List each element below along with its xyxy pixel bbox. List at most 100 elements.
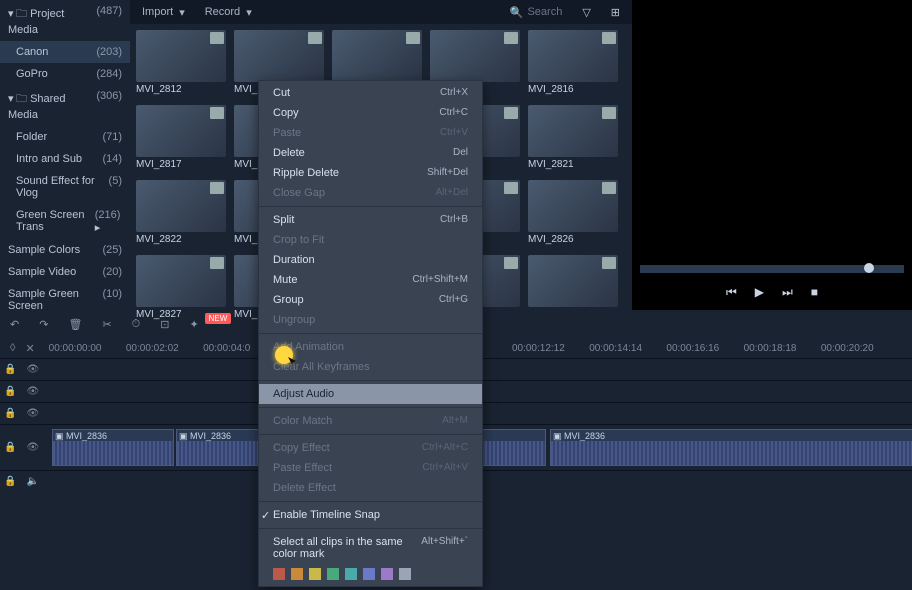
menu-item-ripple-delete[interactable]: Ripple DeleteShift+Del bbox=[259, 163, 482, 183]
sidebar-item-gopro[interactable]: GoPro(284) bbox=[0, 63, 130, 85]
menu-item-select-all-clips-in-the-same-color-mark[interactable]: Select all clips in the same color markA… bbox=[259, 532, 482, 564]
thumb-label: MVI_2822 bbox=[136, 232, 226, 247]
search-field[interactable]: 🔍Search bbox=[510, 6, 563, 19]
ruler-tick: 00:00:00:00 bbox=[49, 343, 126, 354]
color-swatch[interactable] bbox=[273, 568, 285, 580]
clip-thumb: ▣ bbox=[179, 431, 188, 441]
search-icon: 🔍 bbox=[510, 6, 524, 19]
media-thumbnail[interactable]: MVI_2817 bbox=[136, 105, 226, 172]
sidebar-item-sample-video[interactable]: Sample Video(20) bbox=[0, 261, 130, 283]
preview-scrubber[interactable] bbox=[640, 265, 904, 273]
redo-icon[interactable]: ↷ bbox=[39, 318, 48, 331]
add-badge-icon[interactable] bbox=[504, 32, 518, 44]
media-thumbnail[interactable]: MVI_2826 bbox=[528, 180, 618, 247]
add-badge-icon[interactable] bbox=[504, 182, 518, 194]
menu-item-mute[interactable]: MuteCtrl+Shift+M bbox=[259, 270, 482, 290]
media-thumbnail[interactable]: MVI_2821 bbox=[528, 105, 618, 172]
sidebar-item-project-media[interactable]: ▾🗀 Project Media(487) bbox=[0, 0, 130, 41]
media-thumbnail[interactable]: MVI_2816 bbox=[528, 30, 618, 97]
color-swatch[interactable] bbox=[345, 568, 357, 580]
eye-icon[interactable]: 👁 bbox=[26, 386, 39, 397]
undo-icon[interactable]: ↶ bbox=[10, 318, 19, 331]
sidebar-item-shared-media[interactable]: ▾🗀 Shared Media(306) bbox=[0, 85, 130, 126]
sidebar-item-sample-colors[interactable]: Sample Colors(25) bbox=[0, 239, 130, 261]
menu-item-adjust-audio[interactable]: Adjust Audio bbox=[259, 384, 482, 404]
timeline-clip[interactable]: ▣ MVI_2836 bbox=[550, 429, 912, 466]
delete-icon[interactable]: 🗑 bbox=[68, 318, 82, 331]
color-swatch[interactable] bbox=[327, 568, 339, 580]
add-badge-icon[interactable] bbox=[210, 32, 224, 44]
timeline-clip[interactable]: ▣ MVI_2836 bbox=[52, 429, 174, 466]
lock-icon[interactable]: 🔒 bbox=[4, 476, 16, 487]
menu-item-close-gap: Close GapAlt+Del bbox=[259, 183, 482, 203]
media-thumbnail[interactable]: MVI_2812 bbox=[136, 30, 226, 97]
add-badge-icon[interactable] bbox=[504, 107, 518, 119]
split-icon[interactable]: ✂ bbox=[102, 318, 111, 331]
filter-icon[interactable]: ▽ bbox=[582, 6, 590, 19]
add-badge-icon[interactable] bbox=[308, 32, 322, 44]
media-thumbnail[interactable]: MVI_2822 bbox=[136, 180, 226, 247]
menu-item-enable-timeline-snap[interactable]: ✓ Enable Timeline Snap bbox=[259, 505, 482, 525]
menu-label: Copy Effect bbox=[273, 442, 330, 454]
media-thumbnail[interactable]: MVI_2827 bbox=[136, 255, 226, 322]
menu-label: Ripple Delete bbox=[273, 167, 339, 179]
clip-thumb: ▣ bbox=[55, 431, 64, 441]
menu-label: ✓ Enable Timeline Snap bbox=[273, 509, 380, 521]
lock-icon[interactable]: 🔒 bbox=[4, 364, 16, 375]
menu-item-add-animation: Add Animation bbox=[259, 337, 482, 357]
menu-item-copy[interactable]: CopyCtrl+C bbox=[259, 103, 482, 123]
sidebar-item-sfx[interactable]: Sound Effect for Vlog(5) bbox=[0, 170, 130, 204]
sidebar-item-intro[interactable]: Intro and Sub(14) bbox=[0, 148, 130, 170]
menu-item-cut[interactable]: CutCtrl+X bbox=[259, 83, 482, 103]
eye-icon[interactable]: 👁 bbox=[26, 408, 39, 419]
eye-icon[interactable]: 👁 bbox=[26, 442, 39, 453]
next-frame-button[interactable]: ⏭ bbox=[782, 285, 793, 300]
lock-icon[interactable]: 🔒 bbox=[4, 408, 16, 419]
color-swatch[interactable] bbox=[363, 568, 375, 580]
scrub-handle[interactable] bbox=[864, 263, 874, 273]
add-badge-icon[interactable] bbox=[602, 182, 616, 194]
sidebar-item-canon[interactable]: Canon(203) bbox=[0, 41, 130, 63]
record-dropdown[interactable]: Record▾ bbox=[205, 6, 252, 19]
grid-view-icon[interactable]: ⊞ bbox=[611, 6, 620, 19]
marker-icon[interactable]: ✕ bbox=[25, 342, 34, 355]
sidebar-item-folder[interactable]: Folder(71) bbox=[0, 126, 130, 148]
color-swatch[interactable] bbox=[309, 568, 321, 580]
ruler-tick: 00:00:12:12 bbox=[512, 343, 589, 354]
prev-frame-button[interactable]: ⏮ bbox=[726, 285, 737, 300]
mute-icon[interactable]: 🔈 bbox=[26, 476, 38, 487]
menu-item-color-match: Color MatchAlt+M bbox=[259, 411, 482, 431]
add-badge-icon[interactable] bbox=[210, 182, 224, 194]
chevron-down-icon: ▾ bbox=[179, 6, 185, 19]
lock-icon[interactable]: 🔒 bbox=[4, 442, 16, 453]
add-badge-icon[interactable] bbox=[602, 257, 616, 269]
menu-label: Crop to Fit bbox=[273, 234, 324, 246]
stop-button[interactable]: ■ bbox=[811, 285, 818, 300]
menu-label: Select all clips in the same color mark bbox=[273, 536, 421, 560]
add-badge-icon[interactable] bbox=[406, 32, 420, 44]
color-swatch[interactable] bbox=[291, 568, 303, 580]
menu-item-delete[interactable]: DeleteDel bbox=[259, 143, 482, 163]
menu-item-split[interactable]: SplitCtrl+B bbox=[259, 210, 482, 230]
menu-item-paste-effect: Paste EffectCtrl+Alt+V bbox=[259, 458, 482, 478]
sidebar-item-sample-green[interactable]: Sample Green Screen(10) bbox=[0, 283, 130, 317]
add-badge-icon[interactable] bbox=[602, 107, 616, 119]
eye-icon[interactable]: 👁 bbox=[26, 364, 39, 375]
add-badge-icon[interactable] bbox=[210, 107, 224, 119]
menu-label: Clear All Keyframes bbox=[273, 361, 370, 373]
color-swatch[interactable] bbox=[399, 568, 411, 580]
add-badge-icon[interactable] bbox=[210, 257, 224, 269]
menu-separator bbox=[259, 501, 482, 502]
snap-icon[interactable]: ◊ bbox=[10, 342, 15, 354]
menu-item-group[interactable]: GroupCtrl+G bbox=[259, 290, 482, 310]
add-badge-icon[interactable] bbox=[504, 257, 518, 269]
menu-item-duration[interactable]: Duration bbox=[259, 250, 482, 270]
import-dropdown[interactable]: Import▾ bbox=[142, 6, 185, 19]
menu-shortcut: Ctrl+G bbox=[439, 294, 468, 306]
add-badge-icon[interactable] bbox=[602, 32, 616, 44]
lock-icon[interactable]: 🔒 bbox=[4, 386, 16, 397]
color-swatch[interactable] bbox=[381, 568, 393, 580]
play-button[interactable]: ▶ bbox=[755, 285, 764, 300]
media-thumbnail[interactable] bbox=[528, 255, 618, 322]
sidebar-item-greenscreen[interactable]: Green Screen Trans(216) ▸ bbox=[0, 204, 130, 239]
